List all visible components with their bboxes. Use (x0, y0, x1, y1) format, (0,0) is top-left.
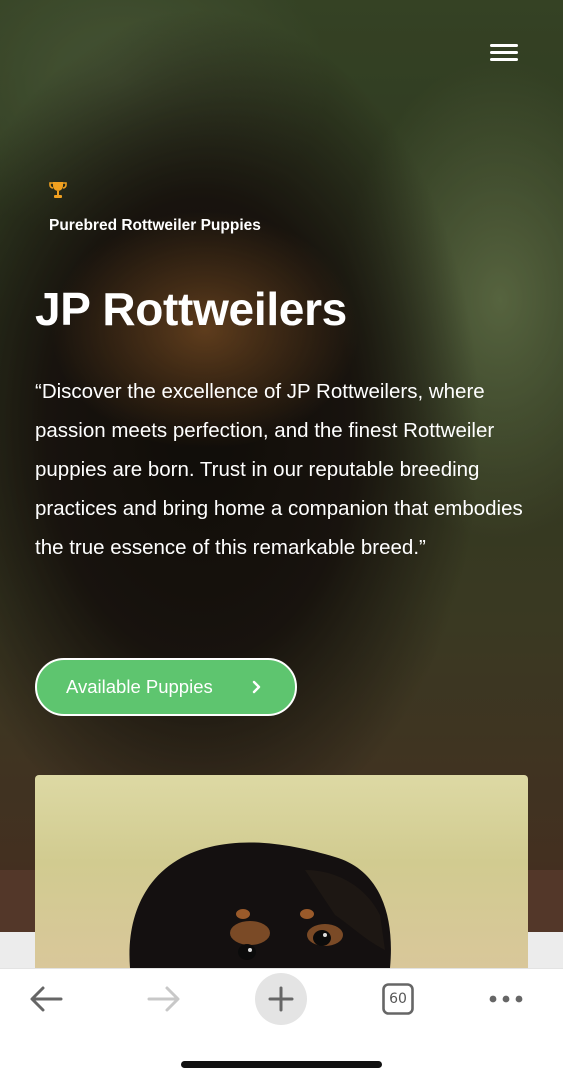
new-tab-button[interactable] (255, 973, 307, 1025)
tabs-button[interactable]: 60 (382, 983, 414, 1015)
home-indicator (181, 1061, 382, 1068)
hamburger-menu-icon[interactable] (488, 40, 520, 66)
puppy-photo-card (35, 775, 528, 968)
trophy-icon (49, 182, 67, 198)
more-options-icon[interactable] (489, 991, 523, 1007)
hero-description: “Discover the excellence of JP Rottweile… (35, 380, 523, 559)
back-arrow-icon[interactable] (28, 983, 64, 1015)
hero-eyebrow: Purebred Rottweiler Puppies (49, 217, 261, 234)
puppy-photo (129, 842, 391, 968)
tabs-count: 60 (389, 991, 407, 1007)
available-puppies-label: Available Puppies (66, 676, 213, 697)
chevron-right-icon (252, 680, 261, 694)
available-puppies-button[interactable]: Available Puppies (35, 658, 297, 716)
page-title: JP Rottweilers (35, 283, 347, 335)
forward-arrow-icon[interactable] (146, 983, 182, 1015)
plus-icon (268, 986, 294, 1012)
